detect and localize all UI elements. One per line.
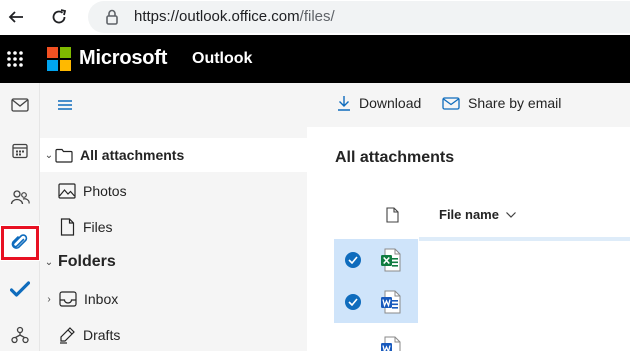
reload-icon (52, 9, 67, 24)
folder-icon (54, 145, 74, 165)
row-selection-strip (419, 237, 630, 241)
tree-label-files: Files (83, 219, 113, 235)
app-launcher-icon[interactable] (5, 49, 25, 69)
column-header-file-name-label: File name (439, 207, 499, 222)
rail-mail[interactable] (0, 87, 40, 123)
tree-files[interactable]: Files (40, 210, 307, 244)
people-icon (10, 190, 30, 205)
app-rail (0, 83, 40, 351)
share-by-email-label: Share by email (468, 95, 562, 111)
rail-people[interactable] (0, 179, 40, 215)
url-text[interactable]: https://outlook.office.com/files/ (134, 8, 335, 25)
tree-drafts[interactable]: Drafts (40, 318, 307, 351)
tree-all-attachments[interactable]: ⌄ All attachments (40, 138, 307, 172)
app-header: Microsoft Outlook (0, 35, 630, 83)
todo-check-icon (10, 281, 30, 297)
share-by-email-button[interactable]: Share by email (442, 95, 561, 111)
rail-todo[interactable] (0, 271, 40, 307)
row-checkbox[interactable] (345, 294, 361, 310)
tree-label-all-attachments: All attachments (80, 147, 185, 163)
pencil-icon (57, 325, 77, 345)
mail-icon (11, 98, 29, 112)
back-button[interactable] (2, 3, 30, 31)
reload-button[interactable] (45, 3, 73, 31)
checkmark-icon (348, 298, 358, 306)
chevron-down-icon (506, 211, 516, 218)
org-explorer-icon (11, 326, 29, 344)
lock-icon (106, 9, 118, 25)
command-bar: Download Share by email (307, 83, 630, 127)
url-host: https://outlook.office.com (134, 8, 300, 25)
download-label: Download (359, 95, 422, 111)
attachment-icon (11, 234, 28, 249)
table-row[interactable] (334, 239, 418, 281)
document-icon (57, 217, 77, 237)
excel-file-icon (381, 248, 401, 272)
checkmark-icon (348, 256, 358, 264)
download-icon (338, 96, 350, 111)
calendar-icon (12, 143, 28, 159)
rail-files[interactable] (0, 225, 40, 261)
tree-label-photos: Photos (83, 183, 127, 199)
image-icon (57, 181, 77, 201)
tree-inbox[interactable]: › Inbox (40, 282, 307, 316)
tree-label-inbox: Inbox (84, 291, 119, 307)
row-checkbox[interactable] (345, 252, 361, 268)
tree-photos[interactable]: Photos (40, 174, 307, 208)
word-file-icon (381, 290, 401, 314)
file-type-column-icon[interactable] (386, 207, 399, 223)
brand-name[interactable]: Microsoft (79, 47, 167, 70)
app-name[interactable]: Outlook (192, 50, 252, 68)
page-title: All attachments (335, 149, 455, 166)
tree-section-folders[interactable]: ⌄ Folders (40, 245, 307, 279)
rail-org-explorer[interactable] (0, 317, 40, 351)
mail-icon (442, 96, 460, 110)
rail-calendar[interactable] (0, 133, 40, 169)
browser-toolbar: https://outlook.office.com/files/ (0, 0, 630, 35)
list-header: File name (307, 201, 630, 229)
chevron-right-icon[interactable]: › (44, 294, 54, 305)
hamburger-menu-icon[interactable] (56, 97, 74, 113)
tree-label-drafts: Drafts (83, 327, 121, 343)
chevron-down-icon[interactable]: ⌄ (44, 257, 54, 268)
url-path: /files/ (299, 8, 335, 25)
download-button[interactable]: Download (337, 95, 421, 111)
back-arrow-icon (8, 11, 23, 23)
section-title-folders: Folders (58, 253, 116, 270)
table-row[interactable] (334, 281, 418, 323)
folder-pane: ⌄ All attachments Photos Files ⌄ Folders… (40, 83, 307, 351)
inbox-icon (58, 289, 78, 309)
chevron-down-icon[interactable]: ⌄ (44, 150, 54, 161)
column-header-file-name[interactable]: File name (439, 207, 517, 222)
word-file-icon (380, 336, 402, 351)
files-list-pane: All attachments File name (307, 127, 630, 351)
microsoft-logo (47, 47, 71, 71)
